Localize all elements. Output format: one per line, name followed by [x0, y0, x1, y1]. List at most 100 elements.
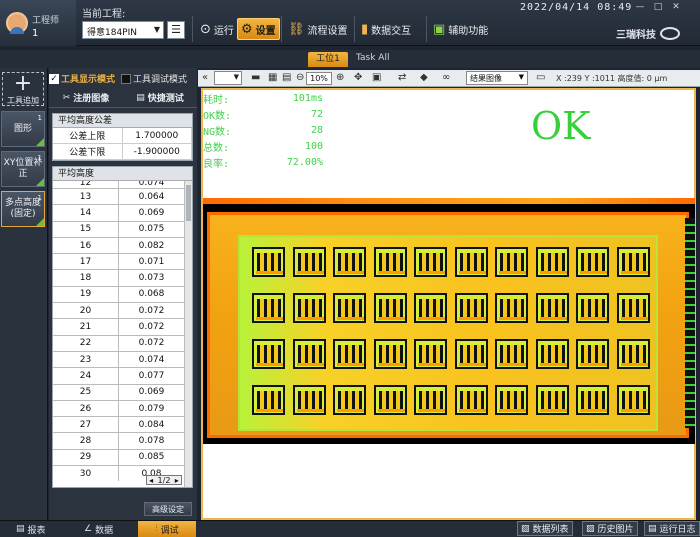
- pin-cell: [535, 293, 569, 323]
- flow-settings-button[interactable]: ⛓ 流程设置: [285, 18, 351, 40]
- row-value: 0.073: [119, 270, 185, 286]
- table-row[interactable]: 16 0.082: [53, 237, 185, 255]
- table-row[interactable]: 23 0.074: [53, 351, 185, 369]
- camera-icon[interactable]: ▣: [372, 72, 381, 83]
- swap-icon[interactable]: ⇄: [398, 72, 406, 83]
- run-log-button[interactable]: ▤ 运行日志: [644, 521, 700, 536]
- tab-task-all[interactable]: Task All: [356, 53, 389, 63]
- table-scrollbar[interactable]: [184, 181, 192, 487]
- scan-edge: [203, 198, 695, 204]
- quick-test-button[interactable]: ▤ 快捷测试: [123, 88, 197, 108]
- aux-functions-button[interactable]: ▣ 辅助功能: [430, 18, 491, 40]
- stat-value: 72: [310, 108, 323, 120]
- settings-button[interactable]: ⚙ 设置: [237, 18, 280, 40]
- tab-station-1[interactable]: 工位1: [308, 52, 348, 67]
- gear-icon: ⚙: [241, 21, 253, 37]
- tolerance-lower-value[interactable]: -1.900000: [123, 144, 192, 159]
- minimize-icon[interactable]: —: [632, 2, 648, 13]
- status-triangle-icon: [36, 178, 44, 186]
- tab-data[interactable]: ∠ 数据: [84, 522, 113, 536]
- toolbar-divider: [281, 16, 282, 42]
- pager-prev-icon[interactable]: ◂: [149, 476, 153, 485]
- tool-item[interactable]: XY位置补正 1: [1, 151, 45, 187]
- eye-logo-icon: [660, 27, 680, 40]
- tab-debug[interactable]: ⫶ 调试: [138, 521, 196, 537]
- run-button[interactable]: ⊙ 运行: [197, 18, 237, 40]
- tool-display-mode-checkbox[interactable]: ✓ 工具显示模式: [49, 72, 115, 85]
- pin-cell: [454, 385, 488, 415]
- table-row[interactable]: 25 0.069: [53, 384, 185, 401]
- close-icon[interactable]: ✕: [668, 2, 684, 13]
- row-value: 0.074: [119, 181, 185, 188]
- tolerance-title: 平均高度公差: [53, 114, 192, 128]
- project-select[interactable]: 得意184PIN ▼: [82, 21, 164, 39]
- pin-cell: [333, 339, 366, 369]
- table-row[interactable]: 26 0.079: [53, 400, 185, 418]
- table-row[interactable]: 29 0.085: [53, 449, 185, 467]
- table-row[interactable]: 18 0.073: [53, 270, 185, 287]
- user-area[interactable]: 工程师 1: [0, 0, 76, 46]
- viewer-select[interactable]: ▼: [214, 71, 242, 85]
- scroll-thumb[interactable]: [186, 185, 191, 221]
- data-list-button[interactable]: ▨ 数据列表: [517, 521, 573, 536]
- stat-value: 72.00%: [286, 156, 323, 168]
- zoom-out-icon[interactable]: ⊖: [296, 72, 304, 83]
- tab-report[interactable]: ▤ 报表: [16, 522, 46, 536]
- cube-icon[interactable]: ◆: [420, 72, 428, 83]
- table-row[interactable]: 28 0.078: [53, 433, 185, 450]
- average-height-title: 平均高度: [53, 167, 192, 181]
- link-icon[interactable]: ∞: [442, 72, 450, 83]
- maximize-icon[interactable]: □: [650, 2, 666, 13]
- average-height-rows[interactable]: 12 0.074 13 0.064 14 0.069 15 0.075 16 0.082 17 0.0…: [53, 181, 185, 481]
- row-index: 16: [53, 237, 119, 254]
- advanced-settings-button[interactable]: 高级设定: [144, 502, 192, 516]
- tool-item-selected[interactable]: 多点高度(固定) 1: [1, 191, 45, 227]
- table-row[interactable]: 15 0.075: [53, 221, 185, 238]
- status-triangle-icon: [36, 138, 44, 146]
- pin-cell: [292, 385, 326, 415]
- tool-debug-mode-checkbox[interactable]: 工具调试模式: [121, 72, 187, 85]
- zoom-in-icon[interactable]: ⊕: [336, 72, 344, 83]
- collapse-icon[interactable]: «: [202, 72, 208, 83]
- table-row[interactable]: 21 0.072: [53, 319, 185, 336]
- history-images-button[interactable]: ▨ 历史图片: [582, 521, 638, 536]
- table-row[interactable]: 14 0.069: [53, 205, 185, 222]
- table-row[interactable]: 24 0.077: [53, 368, 185, 385]
- image-viewer[interactable]: 耗时: 101ms OK数: 72 NG数: 28 总数: 100 良率: 72.00% OK: [201, 88, 696, 520]
- tool-item[interactable]: 图形 1: [1, 111, 45, 147]
- save-icon[interactable]: ▦: [268, 72, 277, 83]
- stat-row: 总数: 100: [203, 138, 323, 154]
- table-row[interactable]: 12 0.074: [53, 181, 185, 189]
- register-image-button[interactable]: ✂ 注册图像: [49, 88, 123, 108]
- stat-label: 耗时:: [203, 94, 230, 106]
- zoom-level-input[interactable]: 10%: [306, 72, 332, 85]
- table-row[interactable]: 22 0.072: [53, 335, 185, 352]
- plus-icon: +: [13, 71, 33, 96]
- table-row[interactable]: 17 0.071: [53, 254, 185, 271]
- table-row[interactable]: 27 0.084: [53, 417, 185, 434]
- project-list-button[interactable]: ☰: [167, 21, 185, 39]
- result-image-select[interactable]: 结果图像 ▼: [466, 71, 528, 85]
- unchecked-box-icon: [121, 74, 132, 84]
- tool-display-mode-label: 工具显示模式: [61, 74, 116, 85]
- printer-icon[interactable]: ▭: [536, 72, 545, 83]
- add-tool-button[interactable]: + 工具追加: [2, 72, 44, 106]
- fit-icon[interactable]: ✥: [354, 72, 362, 83]
- pager-next-icon[interactable]: ▸: [175, 476, 179, 485]
- open-folder-icon[interactable]: ▬: [251, 72, 260, 83]
- pin-cell: [454, 247, 488, 277]
- table-row[interactable]: 19 0.068: [53, 286, 185, 304]
- tools-icon: ▣: [433, 21, 446, 37]
- table-row[interactable]: 20 0.072: [53, 303, 185, 320]
- row-value: 0.085: [119, 449, 185, 466]
- table-pager[interactable]: ◂ 1/2 ▸: [146, 475, 182, 485]
- play-icon: ⊙: [200, 21, 211, 37]
- avatar: [6, 12, 28, 34]
- table-row[interactable]: 13 0.064: [53, 189, 185, 206]
- data-interaction-button[interactable]: ▮ 数据交互: [358, 18, 414, 40]
- grid-icon[interactable]: ▤: [282, 72, 291, 83]
- bar-chart-icon: ▮: [361, 21, 369, 37]
- stat-label: NG数:: [203, 126, 232, 138]
- row-index: 12: [53, 181, 119, 188]
- tolerance-upper-value[interactable]: 1.700000: [123, 128, 192, 143]
